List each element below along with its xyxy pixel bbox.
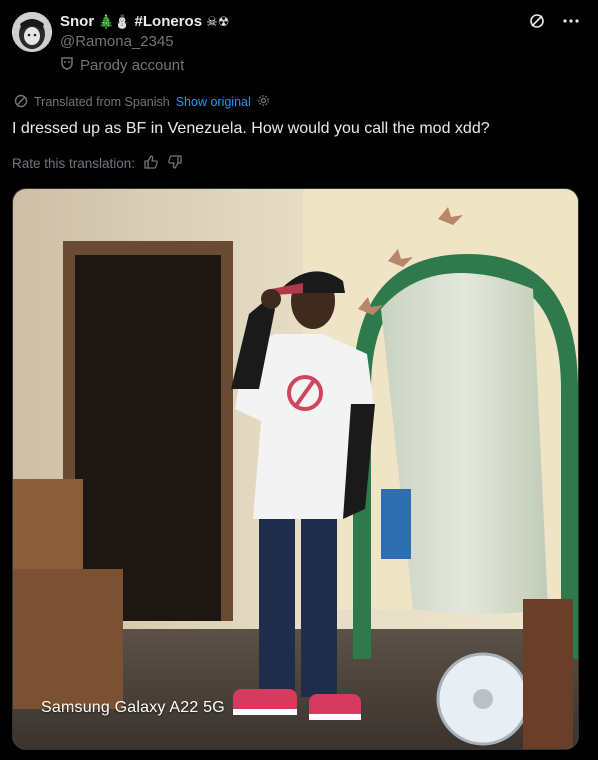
tweet-text: I dressed up as BF in Venezuela. How wou… [12, 120, 490, 137]
show-original-link[interactable]: Show original [176, 95, 251, 109]
photo-watermark: Samsung Galaxy A22 5G [41, 699, 225, 716]
avatar-image [12, 12, 52, 52]
author-emoji-suffix: ☠☢ [206, 13, 230, 29]
translation-note: Translated from Spanish Show original [14, 94, 270, 110]
mask-icon [60, 56, 74, 74]
translation-source: Translated from Spanish [34, 95, 170, 109]
author-emoji-prefix: 🎄⛄ [98, 13, 131, 29]
tweet-top-actions [528, 12, 580, 30]
author-hashtag: #Loneros [134, 12, 203, 30]
parody-label: Parody account [80, 56, 185, 74]
gear-icon[interactable] [257, 94, 270, 110]
thumbs-up-icon[interactable] [143, 154, 159, 173]
author-name-row[interactable]: Snor 🎄⛄ #Loneros ☠☢ [60, 11, 229, 31]
rate-label: Rate this translation: [12, 155, 136, 171]
author-display-name[interactable]: Snor [60, 13, 94, 30]
thumbs-down-icon[interactable] [167, 154, 183, 173]
parody-badge: Parody account [60, 56, 184, 74]
translate-icon [14, 94, 28, 111]
photo-image [13, 189, 578, 749]
rate-translation: Rate this translation: [12, 154, 183, 172]
tweet-media-photo[interactable]: Samsung Galaxy A22 5G [12, 188, 579, 750]
more-icon[interactable] [562, 12, 580, 30]
author-handle[interactable]: @Ramona_2345 [60, 33, 174, 50]
grok-icon[interactable] [528, 12, 546, 30]
avatar[interactable] [12, 12, 52, 52]
